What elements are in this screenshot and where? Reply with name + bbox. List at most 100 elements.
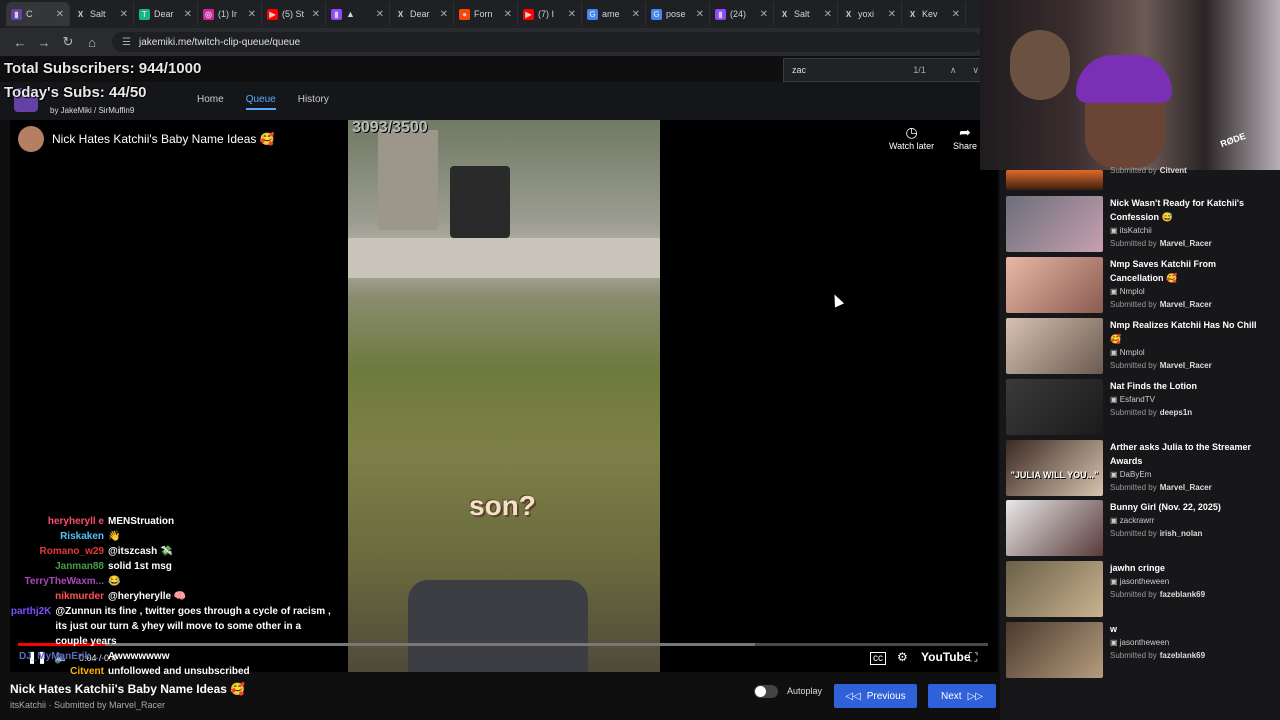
settings-gear-icon[interactable]: ⚙	[897, 650, 908, 664]
tab-close-icon[interactable]: ✕	[248, 9, 256, 20]
youtube-logo[interactable]: YouTube	[921, 650, 971, 664]
chat-message: heryheryll e MENStruation	[4, 514, 334, 529]
queue-item[interactable]: Nmp Saves Katchii From Cancellation 🥰 ▣ N…	[1006, 257, 1276, 315]
find-input[interactable]: zac	[792, 65, 907, 75]
queue-item[interactable]: jawhn cringe ▣ jasontheween Submitted by fa…	[1006, 561, 1276, 619]
clip-title[interactable]: jawhn cringe	[1110, 561, 1270, 575]
video-title[interactable]: Nick Hates Katchii's Baby Name Ideas 🥰	[52, 132, 275, 146]
browser-tab[interactable]: X Salt ✕	[70, 2, 134, 26]
share-button[interactable]: ➦ Share	[953, 124, 977, 151]
nav-queue[interactable]: Queue	[245, 94, 276, 110]
chat-username[interactable]: Citvent	[4, 664, 104, 679]
find-next-icon[interactable]: ∨	[972, 65, 979, 76]
browser-tab[interactable]: T Dear ✕	[134, 2, 198, 26]
tab-close-icon[interactable]: ✕	[120, 9, 128, 20]
clip-title[interactable]: Arther asks Julia to the Streamer Awards	[1110, 440, 1270, 468]
chat-username[interactable]: nikmurder	[4, 589, 104, 604]
tab-close-icon[interactable]: ✕	[760, 9, 768, 20]
site-info-icon[interactable]: ☰	[122, 37, 131, 48]
tab-close-icon[interactable]: ✕	[888, 9, 896, 20]
queue-item[interactable]: Nmp Realizes Katchii Has No Chill 🥰 ▣ Nmp…	[1006, 318, 1276, 376]
home-icon[interactable]: ⌂	[80, 35, 104, 50]
queue-item[interactable]: Nick Wasn't Ready for Katchii's Confessi…	[1006, 196, 1276, 254]
tab-close-icon[interactable]: ✕	[568, 9, 576, 20]
clip-title[interactable]: Nmp Saves Katchii From Cancellation 🥰	[1110, 257, 1270, 285]
clip-thumbnail[interactable]	[1006, 622, 1103, 678]
fullscreen-icon[interactable]: ⛶	[969, 650, 977, 665]
share-icon: ➦	[959, 124, 971, 140]
reload-icon[interactable]: ↻	[56, 34, 80, 50]
back-icon[interactable]: ←	[8, 35, 32, 50]
browser-tab[interactable]: Xyoxi ✕	[838, 2, 902, 26]
clip-thumbnail[interactable]	[1006, 379, 1103, 435]
nav-home[interactable]: Home	[197, 94, 224, 110]
browser-tab[interactable]: ◎ (1) Ir ✕	[198, 2, 262, 26]
channel-name: jasontheween	[1119, 577, 1170, 586]
tab-close-icon[interactable]: ✕	[632, 9, 640, 20]
queue-item[interactable]: "JULIA WILL YOU..." Arther asks Julia to …	[1006, 440, 1276, 498]
clip-thumbnail[interactable]	[1006, 561, 1103, 617]
queue-item[interactable]: Submitted by Citvent	[1006, 166, 1276, 190]
nav-history[interactable]: History	[298, 94, 329, 110]
chat-username[interactable]: DJ_MyManErik_...	[4, 649, 104, 664]
chat-username[interactable]: Romano_w29	[4, 544, 104, 559]
forward-icon[interactable]: →	[32, 35, 56, 50]
tab-title: Dear	[154, 9, 174, 19]
tab-close-icon[interactable]: ✕	[376, 9, 384, 20]
tab-close-icon[interactable]: ✕	[312, 9, 320, 20]
browser-tab[interactable]: ▮ C ✕	[6, 2, 70, 26]
chat-username[interactable]: TerryTheWaxm...	[4, 574, 104, 589]
browser-tab[interactable]: Gpose ✕	[646, 2, 710, 26]
submitter-name: deeps1n	[1159, 408, 1193, 417]
browser-tab[interactable]: Game ✕	[582, 2, 646, 26]
find-bar: zac 1/1 ∧ ∨	[783, 58, 988, 82]
tab-close-icon[interactable]: ✕	[184, 9, 192, 20]
queue-item[interactable]: Nat Finds the Lotion ▣ EsfandTV Submitted …	[1006, 379, 1276, 437]
tab-close-icon[interactable]: ✕	[696, 9, 704, 20]
browser-tab[interactable]: X Salt ✕	[774, 2, 838, 26]
chat-username[interactable]: heryheryll e	[4, 514, 104, 529]
clip-title[interactable]: Nat Finds the Lotion	[1110, 379, 1270, 393]
channel-name: Nmplol	[1119, 348, 1145, 357]
tab-close-icon[interactable]: ✕	[56, 9, 64, 20]
browser-tab[interactable]: ● Forn ✕	[454, 2, 518, 26]
clip-thumbnail[interactable]	[1006, 170, 1103, 190]
next-button[interactable]: Next ▷▷	[928, 684, 996, 708]
channel-avatar[interactable]	[18, 126, 44, 152]
submitter-name: Marvel_Racer	[1159, 239, 1212, 248]
plush-bear	[1010, 30, 1070, 100]
chat-username[interactable]: Janman88	[4, 559, 104, 574]
browser-tab[interactable]: ▮ ▲ ✕	[326, 2, 390, 26]
browser-tab[interactable]: ▮ (24) ✕	[710, 2, 774, 26]
clip-title[interactable]: Nmp Realizes Katchii Has No Chill 🥰	[1110, 318, 1270, 346]
queue-item[interactable]: Bunny Girl (Nov. 22, 2025) ▣ zackrawrr Sub…	[1006, 500, 1276, 558]
browser-tab[interactable]: ▶ (5) St ✕	[262, 2, 326, 26]
clip-submitter: Submitted by Marvel_Racer	[1110, 239, 1212, 248]
clip-thumbnail[interactable]	[1006, 257, 1103, 313]
browser-tab[interactable]: ▶ (7) I ✕	[518, 2, 582, 26]
watch-later-button[interactable]: ◷ Watch later	[889, 124, 934, 151]
clip-title[interactable]: w	[1110, 622, 1270, 636]
tab-close-icon[interactable]: ✕	[440, 9, 448, 20]
browser-tab[interactable]: X Dear ✕	[390, 2, 454, 26]
captions-icon[interactable]: cc	[870, 652, 886, 665]
previous-button[interactable]: ◁◁ Previous	[834, 684, 917, 708]
tab-favicon-icon: G	[587, 8, 598, 20]
clip-thumbnail[interactable]	[1006, 500, 1103, 556]
chat-message: Romano_w29 @itszcash 💸	[4, 544, 334, 559]
autoplay-toggle[interactable]	[754, 685, 778, 698]
queue-item[interactable]: w ▣ jasontheween Submitted by fazeblank69	[1006, 622, 1276, 680]
clip-thumbnail[interactable]	[1006, 318, 1103, 374]
tab-close-icon[interactable]: ✕	[952, 9, 960, 20]
clip-thumbnail[interactable]	[1006, 196, 1103, 252]
clip-thumbnail[interactable]: "JULIA WILL YOU..."	[1006, 440, 1103, 496]
url-field[interactable]: ☰ jakemiki.me/twitch-clip-queue/queue	[112, 32, 982, 52]
clip-title[interactable]: Nick Wasn't Ready for Katchii's Confessi…	[1110, 196, 1270, 224]
chat-username[interactable]: parthj2K	[4, 604, 52, 649]
find-prev-icon[interactable]: ∧	[950, 65, 957, 76]
chat-username[interactable]: Riskaken	[4, 529, 104, 544]
clip-title[interactable]: Bunny Girl (Nov. 22, 2025)	[1110, 500, 1270, 514]
tab-close-icon[interactable]: ✕	[504, 9, 512, 20]
tab-close-icon[interactable]: ✕	[824, 9, 832, 20]
browser-tab[interactable]: X Kev ✕	[902, 2, 966, 26]
